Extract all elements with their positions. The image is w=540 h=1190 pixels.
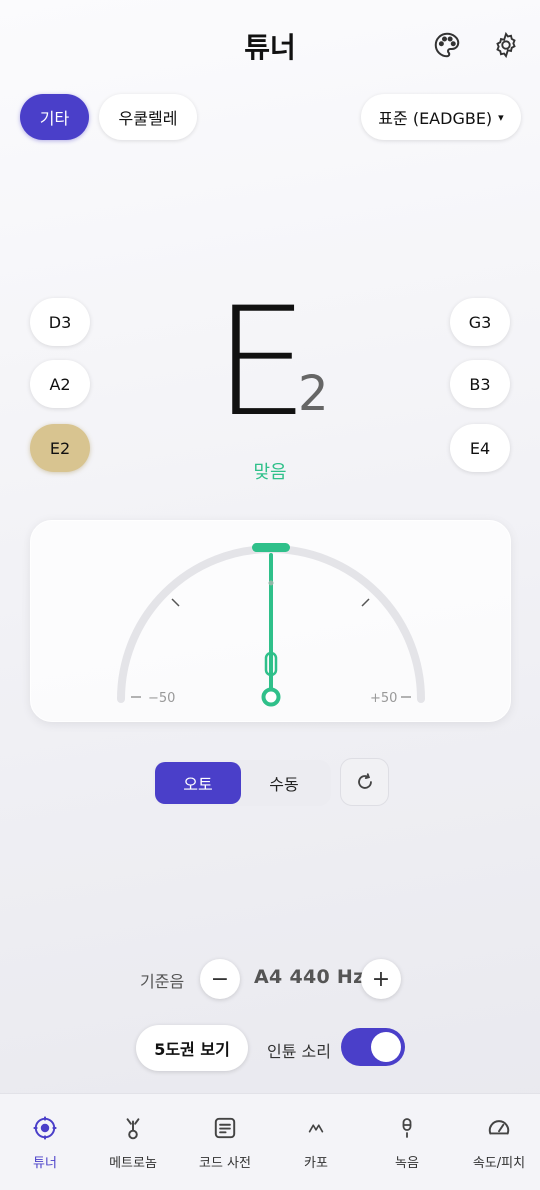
reference-decrease-button[interactable]: − — [200, 959, 240, 999]
mode-manual-button[interactable]: 수동 — [241, 762, 327, 804]
tab-recording[interactable]: 녹음 — [362, 1094, 452, 1190]
capo-icon — [302, 1114, 330, 1142]
meter-tick-right — [361, 598, 370, 607]
palette-icon — [434, 32, 460, 58]
tuning-preset-label: 표준 (EADGBE) — [378, 109, 493, 128]
tab-chord-dictionary[interactable]: 코드 사전 — [180, 1094, 270, 1190]
detected-note-octave: 2 — [298, 366, 329, 422]
instrument-guitar-button[interactable]: 기타 — [20, 94, 89, 140]
app-header: 튜너 — [0, 0, 540, 90]
tuning-sound-label: 인튠 소리 — [267, 1042, 331, 1061]
tab-label: 속도/피치 — [472, 1156, 526, 1171]
meter-max-label: +50 — [370, 691, 397, 706]
reference-increase-button[interactable]: + — [361, 959, 401, 999]
meter-min-label: −50 — [148, 691, 175, 706]
tuning-meter: −50 +50 — [30, 520, 511, 722]
circle-of-fifths-button[interactable]: 5도권 보기 — [136, 1025, 248, 1071]
reset-button[interactable] — [340, 758, 389, 806]
microphone-icon — [393, 1114, 421, 1142]
string-button-d3[interactable]: D3 — [30, 298, 90, 346]
tuning-preset-dropdown[interactable]: 표준 (EADGBE) ▾ — [361, 94, 521, 140]
refresh-icon — [357, 773, 372, 789]
speedometer-icon — [485, 1114, 513, 1142]
gear-icon — [496, 31, 516, 59]
tab-label: 코드 사전 — [199, 1156, 251, 1171]
in-tune-indicator — [252, 543, 290, 552]
detected-note-letter: E — [214, 276, 309, 450]
reference-pitch-value: A4 440 Hz — [254, 966, 365, 988]
instrument-ukulele-button[interactable]: 우쿨렐레 — [99, 94, 197, 140]
tab-label: 메트로놈 — [109, 1156, 157, 1171]
bottom-tab-bar: 튜너 메트로놈 코드 사전 카포 녹음 속도/피치 — [0, 1093, 540, 1190]
tuning-status: 맞음 — [253, 462, 287, 483]
meter-tick-left — [171, 598, 180, 607]
tab-tuner[interactable]: 튜너 — [0, 1094, 90, 1190]
dropdown-arrow-icon: ▾ — [498, 110, 504, 124]
reference-pitch-label: 기준음 — [140, 972, 185, 991]
mode-segmented-control: 오토 수동 — [153, 760, 331, 806]
tuning-sound-toggle[interactable] — [341, 1028, 405, 1066]
settings-button[interactable] — [489, 28, 523, 62]
chord-dictionary-icon — [211, 1114, 239, 1142]
metronome-icon — [119, 1114, 147, 1142]
meter-gauge: −50 +50 — [117, 543, 425, 707]
tab-label: 녹음 — [395, 1156, 419, 1171]
tab-speed-pitch[interactable]: 속도/피치 — [454, 1094, 540, 1190]
tab-label: 튜너 — [33, 1156, 57, 1171]
tab-label: 카포 — [304, 1156, 328, 1171]
string-button-g3[interactable]: G3 — [450, 298, 510, 346]
string-button-b3[interactable]: B3 — [450, 360, 510, 408]
toggle-knob — [371, 1032, 401, 1062]
tab-capo[interactable]: 카포 — [271, 1094, 361, 1190]
meter-needle — [261, 553, 281, 707]
theme-palette-button[interactable] — [430, 28, 464, 62]
mode-auto-button[interactable]: 오토 — [155, 762, 241, 804]
string-button-a2[interactable]: A2 — [30, 360, 90, 408]
tab-metronome[interactable]: 메트로놈 — [88, 1094, 178, 1190]
tuner-icon — [31, 1114, 59, 1142]
